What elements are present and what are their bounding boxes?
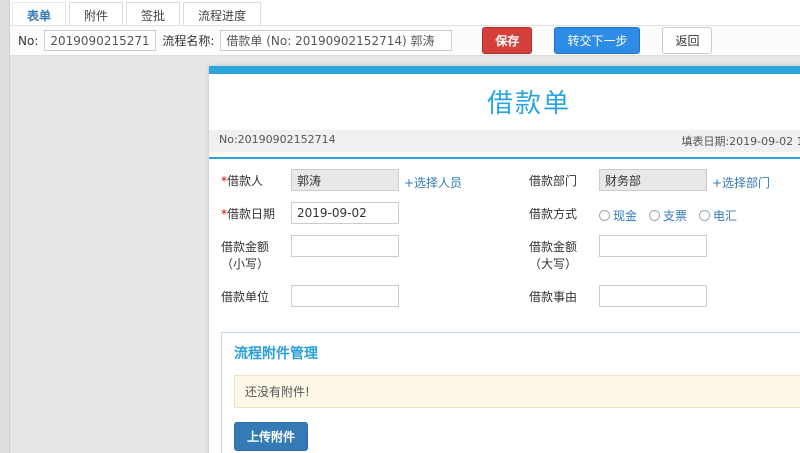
radio-cash[interactable]: 现金 <box>599 207 637 224</box>
amount-upper-input[interactable] <box>599 235 707 257</box>
field-borrower: *借款人 +选择人员 <box>221 169 529 191</box>
tab-bar: 表单 附件 签批 流程进度 <box>10 0 800 26</box>
form-date-text: 填表日期:2019-09-02 15:27:1 <box>681 135 800 148</box>
loan-method-label: 借款方式 <box>529 207 578 221</box>
attachment-section: 流程附件管理 还没有附件! 上传附件 <box>221 331 800 453</box>
radio-check[interactable]: 支票 <box>649 207 687 224</box>
save-button[interactable]: 保存 <box>482 27 533 54</box>
no-attachment-notice: 还没有附件! <box>234 374 800 408</box>
amount-lower-input[interactable] <box>291 235 399 257</box>
borrower-input[interactable] <box>291 169 399 191</box>
tab-attachments[interactable]: 附件 <box>69 2 124 25</box>
page-title: 借款单 <box>486 89 571 119</box>
amount-lower-label: 借款金额（小写） <box>221 240 270 272</box>
tab-form[interactable]: 表单 <box>12 2 67 25</box>
panel-top-accent <box>209 66 800 74</box>
field-amount-lower: 借款金额（小写） <box>221 235 529 274</box>
field-loan-reason: 借款事由 <box>529 284 800 307</box>
tab-progress[interactable]: 流程进度 <box>183 2 262 25</box>
field-loan-unit: 借款单位 <box>221 284 529 307</box>
borrower-label: *借款人 <box>221 174 264 188</box>
process-name-input[interactable] <box>220 30 453 51</box>
radio-circle-icon[interactable] <box>649 210 661 221</box>
main-area: 借款单 No:20190902152714 填表日期:2019-09-02 15… <box>10 56 800 453</box>
app-root: 表单 附件 签批 流程进度 No: 流程名称: 保存 转交下一步 返回 借款单 … <box>0 0 800 453</box>
upload-attachment-button[interactable]: 上传附件 <box>234 421 309 451</box>
toolbar: No: 流程名称: 保存 转交下一步 返回 <box>10 26 800 56</box>
tab-approval[interactable]: 签批 <box>126 2 181 25</box>
field-loan-method: 借款方式 现金 支票 电汇 <box>529 202 800 224</box>
field-amount-upper: 借款金额（大写） <box>529 235 800 274</box>
radio-circle-icon[interactable] <box>599 210 610 221</box>
radio-circle-icon[interactable] <box>699 210 711 221</box>
next-step-button[interactable]: 转交下一步 <box>554 27 641 54</box>
amount-upper-label: 借款金额（大写） <box>529 240 578 272</box>
field-loan-date: *借款日期 <box>221 202 529 224</box>
form-no-text: No:20190902152714 <box>219 133 336 146</box>
select-person-link[interactable]: +选择人员 <box>404 169 462 191</box>
loan-date-label: *借款日期 <box>221 207 276 221</box>
content-area: 表单 附件 签批 流程进度 No: 流程名称: 保存 转交下一步 返回 借款单 … <box>10 0 800 453</box>
loan-unit-input[interactable] <box>291 284 399 307</box>
loan-reason-label: 借款事由 <box>529 289 578 304</box>
radio-wire[interactable]: 电汇 <box>699 207 737 224</box>
back-button[interactable]: 返回 <box>662 27 713 54</box>
no-input[interactable] <box>44 30 157 51</box>
select-department-link[interactable]: +选择部门 <box>712 169 770 191</box>
attachment-section-title: 流程附件管理 <box>234 345 318 362</box>
field-department: 借款部门 +选择部门 <box>529 169 800 191</box>
loan-date-input[interactable] <box>291 202 399 224</box>
loan-reason-input[interactable] <box>599 284 707 307</box>
department-label: 借款部门 <box>529 174 578 188</box>
left-gutter <box>0 0 10 453</box>
form-info-bar: No:20190902152714 填表日期:2019-09-02 15:27:… <box>209 130 800 152</box>
no-label: No: <box>18 33 39 48</box>
form-panel: 借款单 No:20190902152714 填表日期:2019-09-02 15… <box>209 66 800 453</box>
department-input[interactable] <box>599 169 707 191</box>
loan-unit-label: 借款单位 <box>221 289 270 304</box>
loan-method-options: 现金 支票 电汇 <box>599 202 737 224</box>
form-fields: *借款人 +选择人员 借款部门 +选择部门 *借款日期 <box>209 159 800 322</box>
process-name-label: 流程名称: <box>162 34 215 48</box>
